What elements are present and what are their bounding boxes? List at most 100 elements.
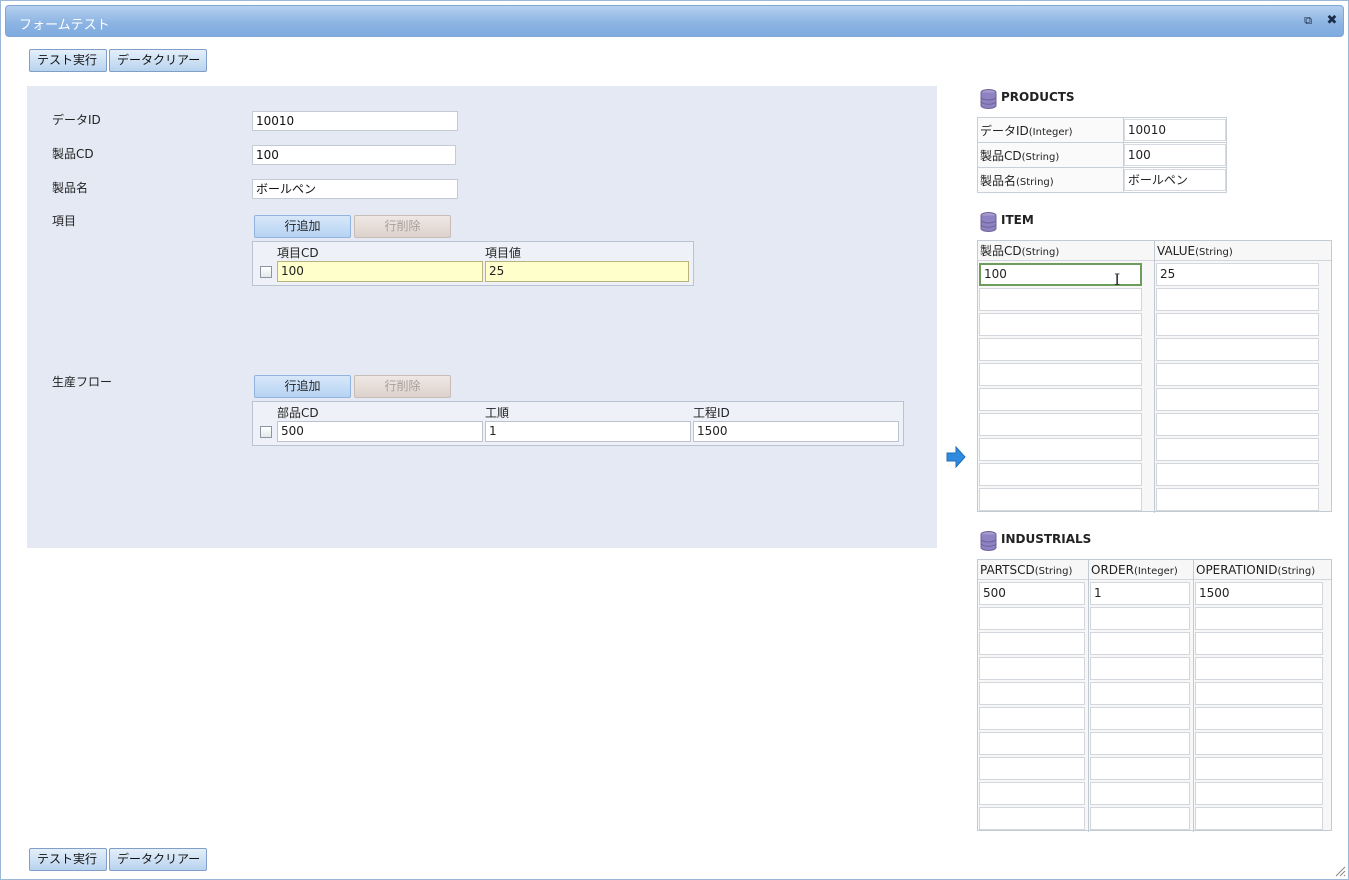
industrials-cell[interactable] (979, 657, 1085, 680)
item-cell[interactable] (1156, 488, 1319, 511)
items-delete-row-button[interactable]: 行削除 (354, 215, 451, 238)
industrials-cell[interactable]: 1 (1090, 582, 1190, 605)
industrials-title: INDUSTRIALS (1001, 532, 1092, 546)
item-cell[interactable] (1156, 313, 1319, 336)
industrials-cell[interactable] (979, 757, 1085, 780)
industrials-cell[interactable] (979, 807, 1085, 830)
item-cell[interactable] (979, 463, 1142, 486)
item-cell[interactable] (979, 413, 1142, 436)
item-cell[interactable] (979, 313, 1142, 336)
products-value-product-cd[interactable]: 100 (1123, 144, 1226, 166)
flow-cell-op[interactable]: 1500 (693, 421, 899, 442)
flow-cell-part[interactable]: 500 (277, 421, 483, 442)
item-cell[interactable] (1156, 413, 1319, 436)
item-title: ITEM (1001, 213, 1034, 227)
flow-cell-order[interactable]: 1 (485, 421, 691, 442)
item-col-value: VALUE(String) (1155, 241, 1331, 261)
industrials-cell[interactable] (1090, 632, 1190, 655)
product-cd-input[interactable]: 100 (252, 145, 456, 165)
industrials-cell[interactable] (1195, 607, 1323, 630)
flow-label: 生産フロー (52, 375, 113, 389)
industrials-cell[interactable] (1195, 682, 1323, 705)
industrials-cell[interactable] (1090, 707, 1190, 730)
industrials-col-partscd: PARTSCD(String) (978, 560, 1088, 580)
column-divider (1193, 560, 1194, 832)
industrials-cell[interactable]: 1500 (1195, 582, 1323, 605)
industrials-cell[interactable] (979, 632, 1085, 655)
industrials-cell[interactable]: 500 (979, 582, 1085, 605)
item-cell[interactable] (979, 388, 1142, 411)
industrials-cell[interactable] (1195, 707, 1323, 730)
industrials-cell[interactable] (979, 607, 1085, 630)
items-add-row-button[interactable]: 行追加 (254, 215, 351, 238)
industrials-cell[interactable] (1090, 657, 1190, 680)
database-icon (980, 89, 997, 109)
run-test-button-bottom[interactable]: テスト実行 (29, 848, 107, 871)
industrials-cell[interactable] (1195, 807, 1323, 830)
industrials-cell[interactable] (1195, 732, 1323, 755)
products-value-data-id[interactable]: 10010 (1123, 119, 1226, 141)
column-divider (1088, 560, 1089, 832)
items-col-value: 項目値 (485, 246, 522, 260)
items-cell-cd[interactable]: 100 (277, 261, 483, 282)
flow-delete-row-button[interactable]: 行削除 (354, 375, 451, 398)
item-col-product-cd: 製品CD(String) (978, 241, 1154, 261)
item-cell[interactable] (979, 338, 1142, 361)
item-cell[interactable] (1156, 388, 1319, 411)
item-cell[interactable]: 25 (1156, 263, 1319, 286)
items-col-cd: 項目CD (277, 246, 319, 260)
industrials-col-order: ORDER(Integer) (1089, 560, 1193, 580)
database-icon (980, 531, 997, 551)
industrials-cell[interactable] (1090, 682, 1190, 705)
products-value-product-name[interactable]: ボールペン (1123, 169, 1226, 191)
products-title: PRODUCTS (1001, 90, 1075, 104)
industrials-cell[interactable] (979, 707, 1085, 730)
title-bar[interactable]: フォームテスト ⧉ ✖ (5, 5, 1344, 37)
products-type-product-cd: (String) (1021, 151, 1060, 163)
item-cell[interactable] (979, 438, 1142, 461)
item-cell[interactable] (1156, 338, 1319, 361)
industrials-cell[interactable] (1195, 782, 1323, 805)
item-cell[interactable] (979, 363, 1142, 386)
industrials-cell[interactable] (1090, 607, 1190, 630)
industrials-cell[interactable] (1090, 807, 1190, 830)
arrow-right-icon (946, 446, 966, 468)
close-icon[interactable]: ✖ (1324, 12, 1340, 30)
industrials-cell[interactable] (1195, 657, 1323, 680)
industrials-cell[interactable] (1195, 757, 1323, 780)
clear-data-button-top[interactable]: データクリアー (109, 49, 207, 72)
industrials-col-operationid: OPERATIONID(String) (1194, 560, 1331, 580)
clear-data-button-bottom[interactable]: データクリアー (109, 848, 207, 871)
resize-grip-icon[interactable] (1334, 865, 1346, 877)
flow-add-row-button[interactable]: 行追加 (254, 375, 351, 398)
item-cell[interactable] (1156, 438, 1319, 461)
items-cell-value[interactable]: 25 (485, 261, 689, 282)
industrials-grid: PARTSCD(String) ORDER(Integer) OPERATION… (977, 559, 1332, 832)
products-type-product-name: (String) (1016, 176, 1054, 188)
item-cell[interactable] (1156, 288, 1319, 311)
industrials-cell[interactable] (1195, 632, 1323, 655)
column-divider (1154, 241, 1155, 513)
database-icon (980, 212, 997, 232)
items-row-checkbox[interactable] (260, 266, 272, 278)
item-cell[interactable] (979, 288, 1142, 311)
industrials-cell[interactable] (1090, 757, 1190, 780)
item-cell[interactable] (1156, 463, 1319, 486)
industrials-cell[interactable] (1090, 732, 1190, 755)
item-cell[interactable] (979, 488, 1142, 511)
form-test-window: フォームテスト ⧉ ✖ テスト実行 データクリアー データID 10010 製品… (0, 0, 1349, 880)
industrials-cell[interactable] (979, 782, 1085, 805)
flow-col-part: 部品CD (277, 406, 319, 420)
product-name-label: 製品名 (52, 181, 89, 195)
run-test-button-top[interactable]: テスト実行 (29, 49, 107, 72)
industrials-cell[interactable] (979, 732, 1085, 755)
industrials-cell[interactable] (979, 682, 1085, 705)
product-name-input[interactable]: ボールペン (252, 179, 458, 199)
products-key-data-id: データID (980, 123, 1029, 138)
data-id-label: データID (52, 113, 101, 127)
popout-icon[interactable]: ⧉ (1300, 12, 1316, 30)
industrials-cell[interactable] (1090, 782, 1190, 805)
item-cell[interactable] (1156, 363, 1319, 386)
data-id-input[interactable]: 10010 (252, 111, 458, 131)
flow-row-checkbox[interactable] (260, 426, 272, 438)
